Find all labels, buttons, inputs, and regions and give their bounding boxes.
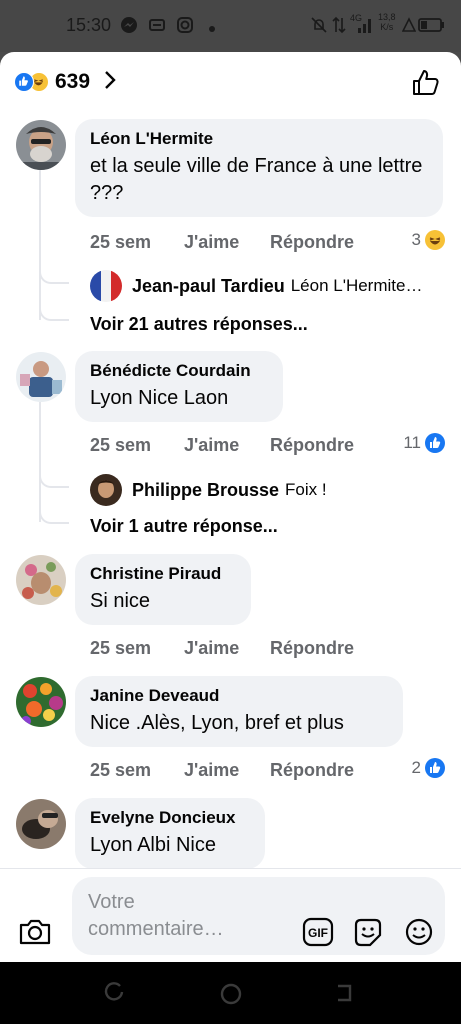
back-icon[interactable] xyxy=(334,982,356,1009)
comment-author[interactable]: Evelyne Doncieux xyxy=(90,808,251,828)
comment-placeholder: Votre commentaire… xyxy=(88,891,224,940)
svg-text:GIF: GIF xyxy=(308,926,328,940)
comments-sheet: 639 Léon L'Hermite et la seule ville de … xyxy=(0,52,461,962)
signal-icon xyxy=(356,16,374,34)
comment-bubble[interactable]: Janine Deveaud Nice .Alès, Lyon, bref et… xyxy=(75,676,403,747)
view-more-replies[interactable]: Voir 1 autre réponse... xyxy=(90,516,278,537)
comment-time: 25 sem xyxy=(90,231,152,252)
reply-preview[interactable]: Philippe Brousse Foix ! xyxy=(90,474,450,506)
reactions-summary[interactable]: 639 xyxy=(14,66,116,98)
comment-text: Si nice xyxy=(90,590,151,612)
comment-author[interactable]: Janine Deveaud xyxy=(90,686,389,706)
reply-author[interactable]: Jean-paul Tardieu xyxy=(132,276,285,297)
status-time: 15:30 xyxy=(66,15,112,35)
thread-elbow xyxy=(39,474,69,488)
chevron-right-icon[interactable] xyxy=(104,70,116,95)
comment-reaction-count: 11 xyxy=(403,433,421,452)
like-icon xyxy=(14,72,34,92)
messenger-icon xyxy=(120,16,138,34)
like-icon xyxy=(425,433,445,453)
comment-actions: 25 sem J'aime Répondre xyxy=(90,433,354,457)
thread-elbow xyxy=(39,270,69,284)
mute-icon xyxy=(310,16,328,34)
comment-time: 25 sem xyxy=(90,434,152,455)
recent-apps-icon[interactable] xyxy=(104,982,126,1009)
camera-icon[interactable] xyxy=(18,917,52,952)
comment-bubble[interactable]: Evelyne Doncieux Lyon Albi Nice xyxy=(75,798,265,869)
alert-icon xyxy=(401,16,417,34)
reply-preview[interactable]: Jean-paul Tardieu Léon L'Hermite… xyxy=(90,270,450,302)
reply-text: Léon L'Hermite… xyxy=(290,276,423,295)
comment-reactions[interactable]: 2 xyxy=(412,758,445,778)
avatar[interactable] xyxy=(16,677,66,727)
comment-author[interactable]: Christine Piraud xyxy=(90,564,237,584)
avatar[interactable] xyxy=(16,799,66,849)
reply-author[interactable]: Philippe Brousse xyxy=(132,480,279,501)
haha-icon xyxy=(425,230,445,250)
home-icon[interactable] xyxy=(219,982,243,1011)
comment-actions: 25 sem J'aime Répondre xyxy=(90,230,354,254)
data-arrows-icon xyxy=(332,16,346,34)
battery-icon xyxy=(418,16,446,34)
thread-line xyxy=(39,402,41,522)
comment-reaction-count: 2 xyxy=(411,758,421,777)
thread-elbow xyxy=(39,510,69,524)
sticker-icon[interactable] xyxy=(352,917,384,952)
comment-time: 25 sem xyxy=(90,759,152,780)
comment-reactions[interactable]: 3 xyxy=(412,230,445,250)
comment-reactions[interactable]: 11 xyxy=(403,433,445,453)
avatar[interactable] xyxy=(16,120,66,170)
like-button[interactable]: J'aime xyxy=(184,435,270,456)
reply-button[interactable]: Répondre xyxy=(270,638,354,659)
comment-actions: 25 sem J'aime Répondre xyxy=(90,758,354,782)
comment-bubble[interactable]: Christine Piraud Si nice xyxy=(75,554,251,625)
thread-line xyxy=(39,170,41,320)
comment-author[interactable]: Léon L'Hermite xyxy=(90,129,429,149)
comment-time: 25 sem xyxy=(90,637,152,658)
avatar[interactable] xyxy=(16,352,66,402)
thread-elbow xyxy=(39,307,69,321)
avatar[interactable] xyxy=(16,555,66,605)
like-button[interactable]: J'aime xyxy=(184,760,270,781)
comment-text: Nice .Alès, Lyon, bref et plus xyxy=(90,712,344,734)
system-nav-bar xyxy=(0,962,461,1024)
comment-text: Lyon Nice Laon xyxy=(90,387,229,409)
network-speed: 13,8 K/s xyxy=(378,12,396,32)
comment-bubble[interactable]: Bénédicte Courdain Lyon Nice Laon xyxy=(75,351,283,422)
reply-button[interactable]: Répondre xyxy=(270,760,354,781)
reply-text: Foix ! xyxy=(285,480,327,499)
comment-actions: 25 sem J'aime Répondre xyxy=(90,636,354,660)
like-icon xyxy=(425,758,445,778)
reply-avatar xyxy=(90,474,122,506)
reaction-count: 639 xyxy=(55,70,91,93)
gif-button[interactable]: GIF xyxy=(302,917,334,952)
comment-input[interactable]: Votre commentaire… GIF xyxy=(72,877,445,955)
notification-icon xyxy=(148,16,166,34)
like-post-button[interactable] xyxy=(411,68,441,103)
dot-icon xyxy=(208,20,216,38)
comment-text: et la seule ville de France à une lettre… xyxy=(90,155,423,204)
comment-author[interactable]: Bénédicte Courdain xyxy=(90,361,269,381)
like-button[interactable]: J'aime xyxy=(184,638,270,659)
comment-composer: Votre commentaire… GIF xyxy=(0,868,461,962)
reply-avatar xyxy=(90,270,122,302)
reply-button[interactable]: Répondre xyxy=(270,232,354,253)
view-more-replies[interactable]: Voir 21 autres réponses... xyxy=(90,314,308,335)
like-button[interactable]: J'aime xyxy=(184,232,270,253)
reply-button[interactable]: Répondre xyxy=(270,435,354,456)
emoji-icon[interactable] xyxy=(404,917,434,952)
status-bar: 15:30 4G 13,8 K/s xyxy=(0,0,461,52)
comment-text: Lyon Albi Nice xyxy=(90,834,216,856)
comment-bubble[interactable]: Léon L'Hermite et la seule ville de Fran… xyxy=(75,119,443,217)
instagram-icon xyxy=(176,16,194,34)
comment-reaction-count: 3 xyxy=(411,230,421,249)
